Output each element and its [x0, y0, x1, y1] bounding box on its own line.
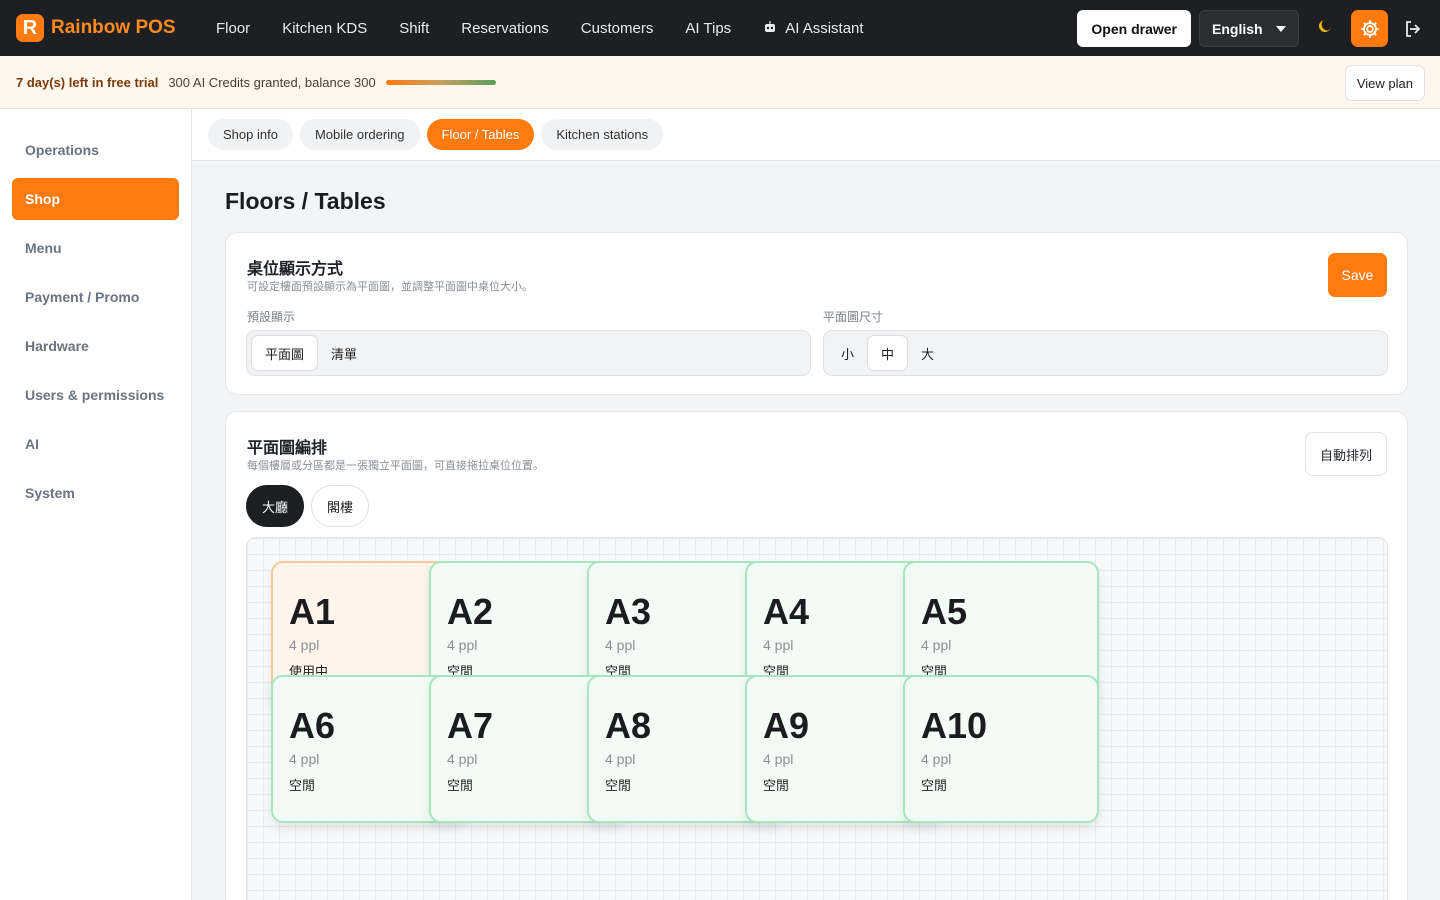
nav-floor[interactable]: Floor: [216, 20, 250, 37]
size-large-option[interactable]: 大: [908, 335, 947, 371]
table-capacity: 4 ppl: [921, 637, 952, 653]
save-button[interactable]: Save: [1328, 253, 1387, 297]
tab-kitchen-stations[interactable]: Kitchen stations: [541, 119, 664, 150]
table-capacity: 4 ppl: [605, 751, 636, 767]
size-medium-option[interactable]: 中: [867, 335, 909, 371]
default-display-floorplan-option[interactable]: 平面圖: [251, 335, 319, 371]
brand-name: Rainbow POS: [51, 17, 176, 38]
nav-kitchen-kds[interactable]: Kitchen KDS: [282, 20, 367, 37]
table-card-a10[interactable]: A10 4 ppl 空閒: [903, 675, 1099, 823]
tab-floor-tables[interactable]: Floor / Tables: [426, 119, 535, 150]
table-display-card: 桌位顯示方式 可設定樓面預設顯示為平面圖，並調整平面圖中桌位大小。 Save 預…: [225, 232, 1408, 395]
view-plan-button[interactable]: View plan: [1344, 65, 1425, 101]
top-navbar: R Rainbow POS Floor Kitchen KDS Shift Re…: [0, 0, 1440, 56]
floorplan-layout-card: 平面圖編排 每個樓層或分區都是一張獨立平面圖，可直接拖拉桌位位置。 自動排列 大…: [225, 411, 1408, 900]
credits-progress-bar: [385, 79, 496, 85]
auto-arrange-button[interactable]: 自動排列: [1304, 432, 1387, 476]
default-display-list-option[interactable]: 清單: [318, 335, 370, 371]
display-card-title: 桌位顯示方式: [247, 261, 344, 278]
trial-credits: 300 AI Credits granted, balance 300: [168, 74, 376, 90]
floor-tabs: 大廳 閣樓: [246, 485, 376, 527]
language-value: English: [1212, 20, 1263, 37]
nav-reservations[interactable]: Reservations: [461, 20, 549, 37]
nav-ai-assistant-label: AI Assistant: [785, 19, 864, 37]
table-name: A10: [921, 705, 988, 746]
table-capacity: 4 ppl: [289, 751, 320, 767]
nav-ai-assistant[interactable]: AI Assistant: [763, 19, 864, 37]
dark-mode-toggle[interactable]: [1317, 18, 1333, 39]
sidebar-item-ai[interactable]: AI: [12, 423, 179, 465]
table-name: A3: [605, 591, 652, 632]
table-name: A4: [763, 591, 810, 632]
display-card-subtitle: 可設定樓面預設顯示為平面圖，並調整平面圖中桌位大小。: [247, 281, 533, 293]
default-display-label: 預設顯示: [247, 310, 296, 324]
table-status: 空閒: [921, 778, 948, 793]
floorplan-size-segmented: 小 中 大: [823, 330, 1388, 376]
table-status: 空閒: [763, 778, 790, 793]
settings-button[interactable]: [1351, 10, 1388, 47]
floorplan-canvas[interactable]: A1 4 ppl 使用中 A2 4 ppl 空閒 A3 4 ppl 空閒 A4 …: [246, 537, 1388, 900]
sidebar-item-hardware[interactable]: Hardware: [12, 325, 179, 367]
table-name: A9: [763, 705, 810, 746]
brand[interactable]: R Rainbow POS: [16, 14, 196, 42]
gear-icon: [1360, 19, 1379, 38]
sidebar-item-payment-promo[interactable]: Payment / Promo: [12, 276, 179, 318]
sidebar-item-system[interactable]: System: [12, 472, 179, 514]
table-name: A7: [447, 705, 494, 746]
page-title: Floors / Tables: [225, 188, 386, 214]
sidebar-item-users-permissions[interactable]: Users & permissions: [12, 374, 179, 416]
sidebar-item-menu[interactable]: Menu: [12, 227, 179, 269]
tab-mobile-ordering[interactable]: Mobile ordering: [299, 119, 420, 150]
table-capacity: 4 ppl: [447, 751, 478, 767]
brand-logo-icon: R: [16, 14, 44, 42]
open-drawer-button[interactable]: Open drawer: [1077, 10, 1191, 47]
tab-shop-info[interactable]: Shop info: [208, 119, 293, 150]
table-capacity: 4 ppl: [763, 751, 794, 767]
table-capacity: 4 ppl: [605, 637, 636, 653]
language-select[interactable]: English: [1199, 10, 1299, 47]
floor-tab-lobby[interactable]: 大廳: [246, 485, 305, 527]
table-name: A1: [289, 591, 336, 632]
nav-shift[interactable]: Shift: [399, 20, 429, 37]
table-status: 空閒: [289, 778, 316, 793]
table-capacity: 4 ppl: [289, 637, 320, 653]
robot-icon: [763, 20, 777, 37]
sidebar-item-shop[interactable]: Shop: [12, 178, 179, 220]
main-nav: Floor Kitchen KDS Shift Reservations Cus…: [216, 20, 896, 37]
logout-button[interactable]: [1398, 14, 1428, 44]
table-capacity: 4 ppl: [763, 637, 794, 653]
table-status: 空閒: [447, 778, 474, 793]
settings-sidebar: Operations Shop Menu Payment / Promo Har…: [0, 109, 192, 900]
floor-tab-loft[interactable]: 閣樓: [311, 485, 370, 527]
table-capacity: 4 ppl: [921, 751, 952, 767]
default-display-segmented: 平面圖 清單: [246, 330, 811, 376]
shop-tabs: Shop info Mobile ordering Floor / Tables…: [192, 109, 1440, 161]
table-name: A2: [447, 591, 494, 632]
table-capacity: 4 ppl: [447, 637, 478, 653]
table-name: A6: [289, 705, 336, 746]
layout-card-title: 平面圖編排: [247, 440, 328, 457]
table-status: 空閒: [605, 778, 632, 793]
logout-icon: [1406, 20, 1421, 37]
table-name: A8: [605, 705, 652, 746]
trial-banner: 7 day(s) left in free trial 300 AI Credi…: [0, 56, 1440, 109]
nav-ai-tips[interactable]: AI Tips: [685, 20, 731, 37]
chevron-down-icon: [1276, 25, 1286, 32]
sidebar-item-operations[interactable]: Operations: [12, 129, 179, 171]
layout-card-subtitle: 每個樓層或分區都是一張獨立平面圖，可直接拖拉桌位位置。: [247, 460, 544, 472]
trial-days-left: 7 day(s) left in free trial: [16, 74, 159, 90]
moon-icon: [1318, 20, 1331, 33]
nav-customers[interactable]: Customers: [581, 20, 654, 37]
table-name: A5: [921, 591, 968, 632]
size-small-option[interactable]: 小: [828, 335, 867, 371]
floorplan-size-label: 平面圖尺寸: [823, 310, 884, 324]
